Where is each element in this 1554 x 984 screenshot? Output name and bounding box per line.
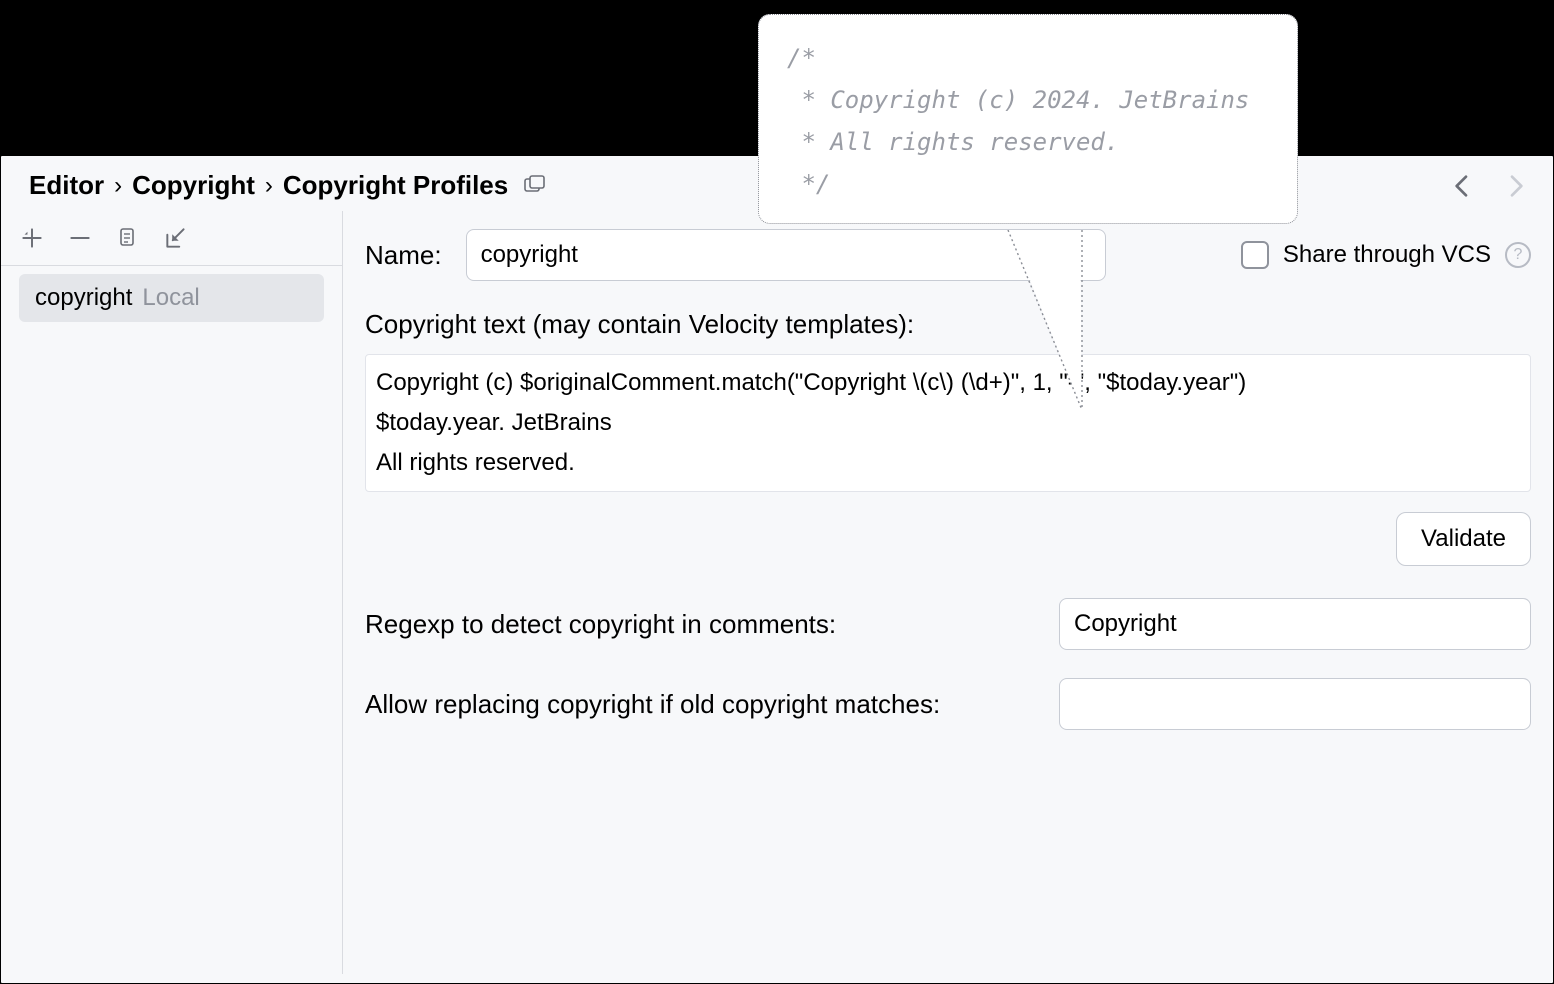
share-vcs-label: Share through VCS xyxy=(1283,241,1491,269)
add-button[interactable] xyxy=(15,221,49,255)
scope-icon xyxy=(524,175,546,197)
sidebar-toolbar xyxy=(1,211,342,266)
remove-button[interactable] xyxy=(63,221,97,255)
replace-match-label: Allow replacing copyright if old copyrig… xyxy=(365,689,1059,720)
name-input[interactable] xyxy=(466,229,1106,281)
preview-tooltip: /* * Copyright (c) 2024. JetBrains * All… xyxy=(758,14,1298,224)
regexp-input[interactable] xyxy=(1059,598,1531,650)
copyright-text-label: Copyright text (may contain Velocity tem… xyxy=(365,309,1531,340)
share-vcs-checkbox[interactable] xyxy=(1241,241,1269,269)
nav-back-button[interactable] xyxy=(1446,170,1478,207)
nav-forward-button[interactable] xyxy=(1500,170,1532,207)
copy-button[interactable] xyxy=(111,221,145,255)
chevron-right-icon: › xyxy=(255,172,283,200)
replace-match-input[interactable] xyxy=(1059,678,1531,730)
help-icon[interactable]: ? xyxy=(1505,242,1531,268)
profile-list-item[interactable]: copyright Local xyxy=(19,274,324,322)
profile-scope-tag: Local xyxy=(142,284,199,312)
copyright-text-editor[interactable]: Copyright (c) $originalComment.match("Co… xyxy=(365,354,1531,492)
import-button[interactable] xyxy=(159,221,193,255)
breadcrumb-item[interactable]: Editor xyxy=(29,170,104,201)
profile-name: copyright xyxy=(35,284,132,312)
regexp-label: Regexp to detect copyright in comments: xyxy=(365,609,1059,640)
breadcrumb-item[interactable]: Copyright xyxy=(132,170,255,201)
name-label: Name: xyxy=(365,240,442,271)
breadcrumb-item[interactable]: Copyright Profiles xyxy=(283,170,508,201)
profile-form: Name: Share through VCS ? Copyright text… xyxy=(343,211,1553,974)
profiles-sidebar: copyright Local xyxy=(1,211,343,974)
validate-button[interactable]: Validate xyxy=(1396,512,1531,566)
settings-window: Editor › Copyright › Copyright Profiles xyxy=(0,155,1554,984)
chevron-right-icon: › xyxy=(104,172,132,200)
